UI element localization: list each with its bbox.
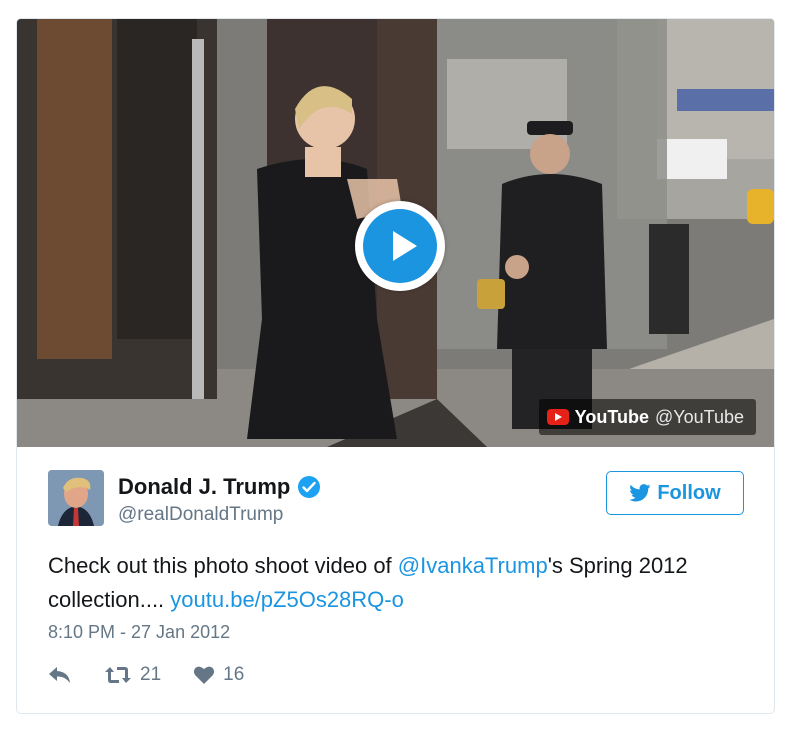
- author-name-row: Donald J. Trump: [118, 474, 321, 500]
- author-handle[interactable]: @realDonaldTrump: [118, 504, 283, 526]
- youtube-handle: @YouTube: [654, 406, 744, 427]
- tweet-actions: 21 16: [48, 664, 244, 686]
- heart-icon: [194, 666, 215, 684]
- like-button[interactable]: 16: [193, 664, 244, 686]
- youtube-brand-label: YouTube: [574, 406, 649, 427]
- youtube-logo-icon: [546, 409, 569, 425]
- youtube-attribution[interactable]: YouTube @YouTube: [538, 399, 756, 435]
- twitter-bird-icon: [629, 484, 651, 502]
- avatar-image: [48, 470, 104, 526]
- tweet-text: Check out this photo shoot video of @Iva…: [48, 549, 738, 617]
- tweet-card: YouTube @YouTube Donald J. Trump @realDo…: [16, 18, 775, 714]
- retweet-button[interactable]: 21: [104, 664, 161, 686]
- tweet-text-before: Check out this photo shoot video of: [48, 553, 398, 578]
- video-thumbnail[interactable]: YouTube @YouTube: [17, 19, 774, 447]
- avatar[interactable]: [48, 470, 104, 526]
- retweet-icon: [105, 667, 131, 683]
- follow-button[interactable]: Follow: [606, 471, 744, 515]
- tweet-timestamp[interactable]: 8:10 PM - 27 Jan 2012: [48, 622, 230, 643]
- follow-button-label: Follow: [657, 481, 721, 504]
- like-count: 16: [223, 664, 245, 685]
- mention-link[interactable]: @IvankaTrump: [398, 553, 548, 578]
- video-link[interactable]: youtu.be/pZ5Os28RQ-o: [170, 587, 404, 612]
- author-display-name[interactable]: Donald J. Trump: [118, 474, 290, 500]
- retweet-count: 21: [140, 664, 162, 685]
- reply-icon: [49, 667, 70, 683]
- verified-badge-icon: [298, 476, 321, 498]
- play-button[interactable]: [355, 201, 445, 291]
- reply-button[interactable]: [48, 666, 72, 684]
- play-icon: [363, 209, 437, 283]
